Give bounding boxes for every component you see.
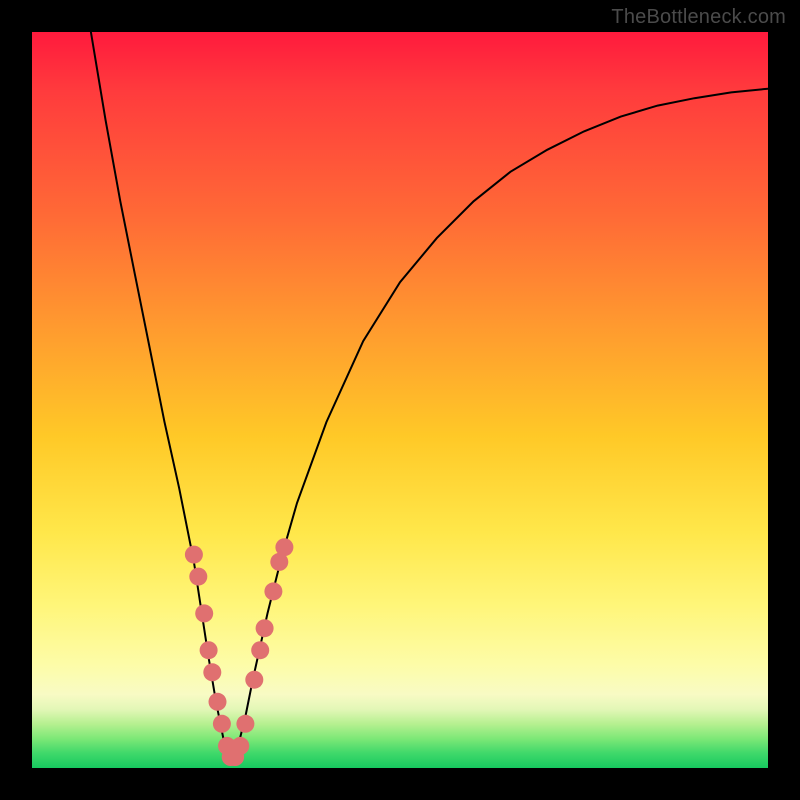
curve-layer xyxy=(91,32,768,761)
marker-dot xyxy=(209,693,227,711)
marker-dot xyxy=(189,568,207,586)
outer-frame: TheBottleneck.com xyxy=(0,0,800,800)
bottleneck-curve xyxy=(91,32,768,761)
marker-dot xyxy=(251,641,269,659)
marker-dot xyxy=(195,604,213,622)
marker-dot xyxy=(236,715,254,733)
marker-dot xyxy=(231,737,249,755)
watermark-text: TheBottleneck.com xyxy=(611,6,786,29)
marker-dot xyxy=(245,671,263,689)
chart-overlay xyxy=(32,32,768,768)
marker-dot xyxy=(275,538,293,556)
marker-dot xyxy=(200,641,218,659)
marker-dot xyxy=(185,546,203,564)
marker-dot xyxy=(213,715,231,733)
marker-dot xyxy=(256,619,274,637)
marker-dot xyxy=(264,582,282,600)
marker-dot xyxy=(203,663,221,681)
